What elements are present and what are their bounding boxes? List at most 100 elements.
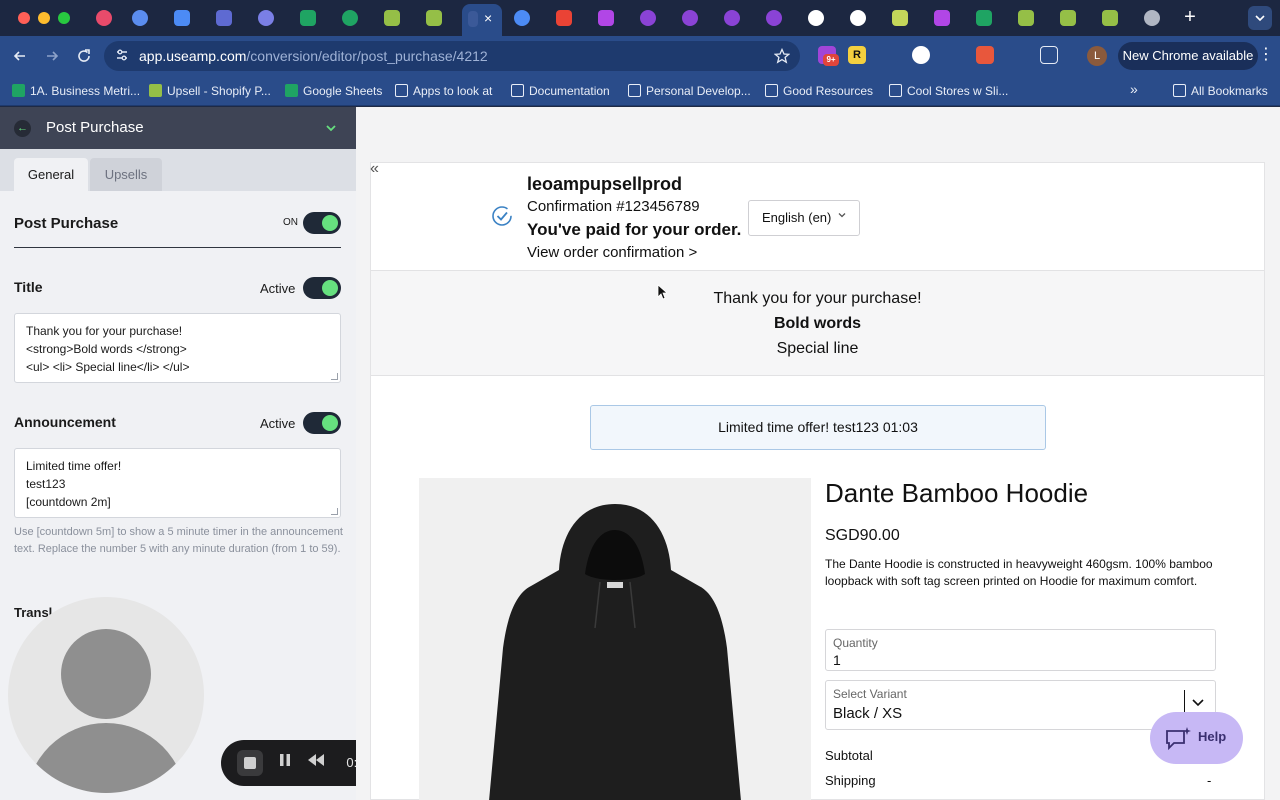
bookmark-item[interactable]: Upsell - Shopify P... (149, 82, 271, 100)
folder-icon (511, 84, 524, 97)
bookmark-item[interactable]: Good Resources (765, 82, 873, 100)
bookmark-item[interactable]: Google Sheets (285, 82, 382, 100)
editor-tabs: General Upsells (0, 149, 356, 191)
bookmark-item[interactable]: 1A. Business Metri... (12, 82, 140, 100)
extension-icon[interactable] (912, 46, 930, 64)
browser-tab[interactable] (846, 7, 876, 29)
browser-tab[interactable] (552, 7, 582, 29)
browser-tab[interactable] (128, 7, 158, 29)
view-confirmation-link[interactable]: View order confirmation > (527, 244, 697, 261)
extension-r-icon[interactable]: R (848, 46, 866, 64)
extension-icon[interactable] (944, 46, 962, 64)
help-button[interactable]: Help (1150, 712, 1243, 764)
webcam-bubble[interactable] (8, 597, 204, 793)
browser-tab-active[interactable]: × (462, 4, 502, 36)
bookmark-star-icon[interactable] (773, 46, 791, 69)
pause-button[interactable] (275, 753, 295, 773)
calendar-icon (174, 10, 190, 26)
tab-search-button[interactable] (1248, 6, 1272, 30)
browser-tab[interactable] (1140, 7, 1170, 29)
browser-tab[interactable] (636, 7, 666, 29)
site-settings-icon[interactable] (114, 48, 130, 64)
more-bookmarks-icon[interactable]: » (1130, 81, 1138, 97)
bookmark-item[interactable]: Apps to look at (395, 82, 492, 100)
tab-general[interactable]: General (14, 158, 88, 191)
browser-tab[interactable] (296, 7, 326, 29)
announcement-toggle[interactable] (303, 412, 341, 434)
extension-icon[interactable] (976, 46, 994, 64)
bookmark-item[interactable]: Cool Stores w Sli... (889, 82, 1008, 100)
product-image (419, 478, 811, 800)
product-title: Dante Bamboo Hoodie (825, 478, 1089, 508)
folder-icon (1173, 84, 1186, 97)
app-icon (640, 10, 656, 26)
browser-tab[interactable] (1014, 7, 1044, 29)
window-minimize-button[interactable] (38, 12, 50, 24)
collapse-panel-icon[interactable]: « (370, 160, 379, 178)
shopify-icon (384, 10, 400, 26)
thanks-line: Thank you for your purchase! (713, 290, 922, 307)
new-tab-button[interactable]: + (1180, 6, 1200, 28)
stop-recording-button[interactable] (237, 750, 263, 776)
variant-label: Select Variant (833, 687, 907, 701)
browser-tab[interactable] (1098, 7, 1128, 29)
browser-tab[interactable] (1056, 7, 1086, 29)
bookmark-item[interactable]: Documentation (511, 82, 610, 100)
reload-button[interactable] (72, 44, 96, 68)
window-close-button[interactable] (18, 12, 30, 24)
app-icon (766, 10, 782, 26)
reload-icon (78, 49, 90, 62)
extension-icon[interactable] (880, 46, 898, 64)
browser-tab[interactable] (594, 7, 624, 29)
rewind-button[interactable] (305, 753, 327, 773)
subtotal-label: Subtotal (825, 748, 873, 763)
chrome-update-button[interactable]: New Chrome available (1118, 42, 1258, 70)
browser-tab[interactable] (930, 7, 960, 29)
sheets-icon (976, 10, 992, 26)
browser-tab[interactable] (804, 7, 834, 29)
quantity-field[interactable]: Quantity 1 (825, 629, 1216, 671)
pause-icon (280, 754, 290, 766)
window-maximize-button[interactable] (58, 12, 70, 24)
chevron-down-icon[interactable] (324, 118, 338, 139)
address-bar[interactable]: app.useamp.com/conversion/editor/post_pu… (104, 41, 800, 71)
browser-tab[interactable] (762, 7, 792, 29)
browser-tab[interactable] (972, 7, 1002, 29)
browser-tab[interactable] (212, 7, 242, 29)
browser-tab[interactable] (888, 7, 918, 29)
post-purchase-toggle[interactable] (303, 212, 341, 234)
tab-close-icon[interactable]: × (484, 10, 492, 26)
all-bookmarks[interactable]: All Bookmarks (1173, 82, 1268, 100)
confirmation-number: Confirmation #123456789 (527, 198, 700, 215)
browser-tab[interactable] (254, 7, 284, 29)
resize-handle[interactable] (331, 508, 338, 515)
tab-upsells[interactable]: Upsells (90, 158, 162, 191)
browser-tab[interactable] (170, 7, 200, 29)
browser-tab[interactable] (510, 7, 540, 29)
back-arrow-icon[interactable]: ← (14, 120, 31, 137)
product-description: The Dante Hoodie is constructed in heavy… (825, 557, 1213, 588)
shipping-value: - (1207, 773, 1212, 788)
app-icon (514, 10, 530, 26)
extension-icon[interactable] (1010, 46, 1028, 64)
browser-tab[interactable] (92, 7, 122, 29)
resize-handle[interactable] (331, 373, 338, 380)
chrome-menu-icon[interactable]: ⋮ (1258, 44, 1274, 64)
browser-tab[interactable] (678, 7, 708, 29)
arrow-left-icon (13, 51, 25, 61)
browser-tab[interactable] (720, 7, 750, 29)
announcement-textarea[interactable]: Limited time offer! test123 [countdown 2… (14, 448, 341, 518)
browser-tab[interactable] (422, 7, 452, 29)
back-button[interactable] (8, 44, 32, 68)
title-textarea[interactable]: Thank you for your purchase! <strong>Bol… (14, 313, 341, 383)
bookmark-item[interactable]: Personal Develop... (628, 82, 751, 100)
title-toggle[interactable] (303, 277, 341, 299)
extensions-puzzle-icon[interactable] (1040, 46, 1058, 64)
language-select[interactable]: English (en) (748, 200, 860, 236)
forward-button[interactable] (40, 44, 64, 68)
announcement-label: Announcement (14, 414, 116, 430)
profile-avatar[interactable]: L (1087, 46, 1107, 66)
browser-tab[interactable] (338, 7, 368, 29)
avatar-body (26, 723, 186, 793)
browser-tab[interactable] (380, 7, 410, 29)
